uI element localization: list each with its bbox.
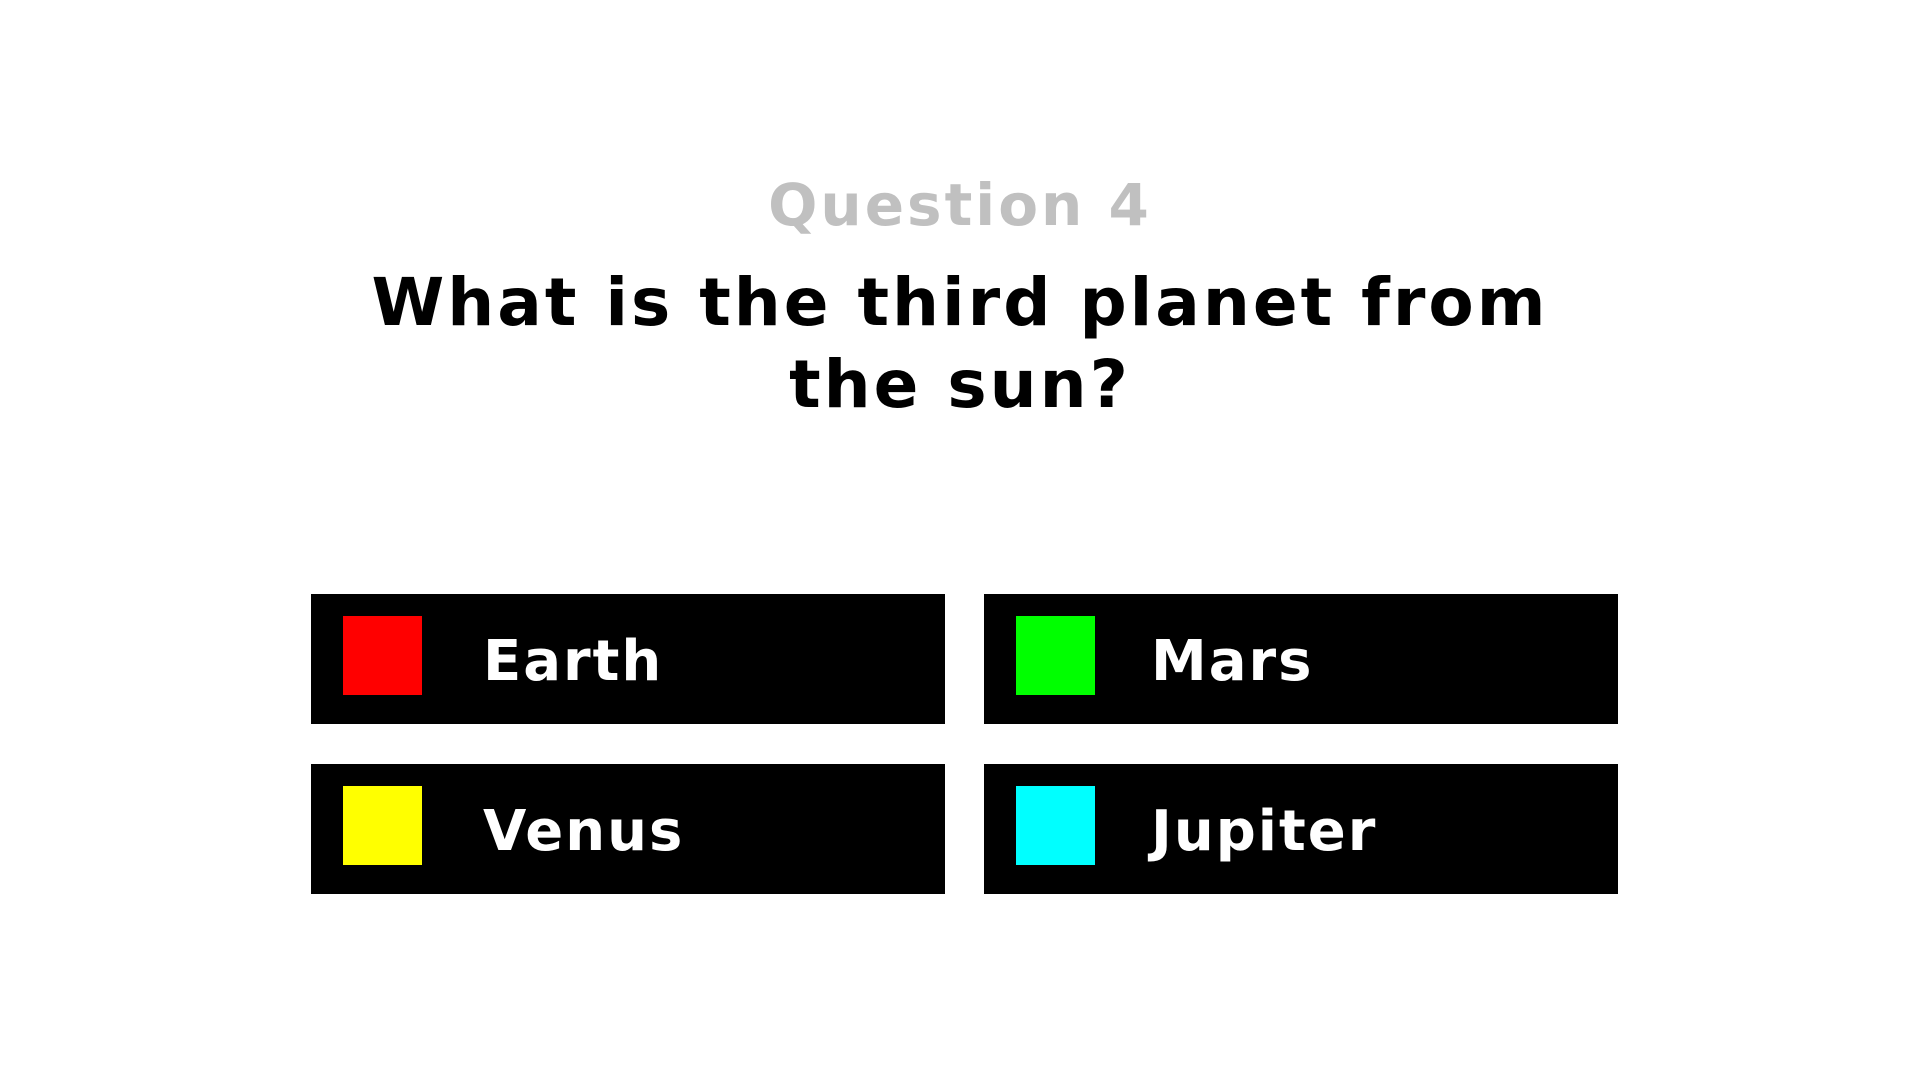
answer-color-swatch bbox=[1016, 786, 1095, 865]
answer-label: Earth bbox=[483, 629, 664, 694]
answer-color-swatch bbox=[1016, 616, 1095, 695]
answer-option-jupiter[interactable]: Jupiter bbox=[984, 764, 1618, 894]
answer-option-earth[interactable]: Earth bbox=[311, 594, 945, 724]
answer-color-swatch bbox=[343, 616, 422, 695]
answer-color-swatch bbox=[343, 786, 422, 865]
answer-grid: Earth Mars Venus Jupiter bbox=[0, 0, 1920, 1080]
answer-option-mars[interactable]: Mars bbox=[984, 594, 1618, 724]
answer-label: Mars bbox=[1151, 629, 1314, 694]
answer-label: Venus bbox=[483, 799, 685, 864]
answer-option-venus[interactable]: Venus bbox=[311, 764, 945, 894]
answer-label: Jupiter bbox=[1151, 799, 1378, 864]
quiz-screen: Question 4 What is the third planet from… bbox=[0, 0, 1920, 1080]
